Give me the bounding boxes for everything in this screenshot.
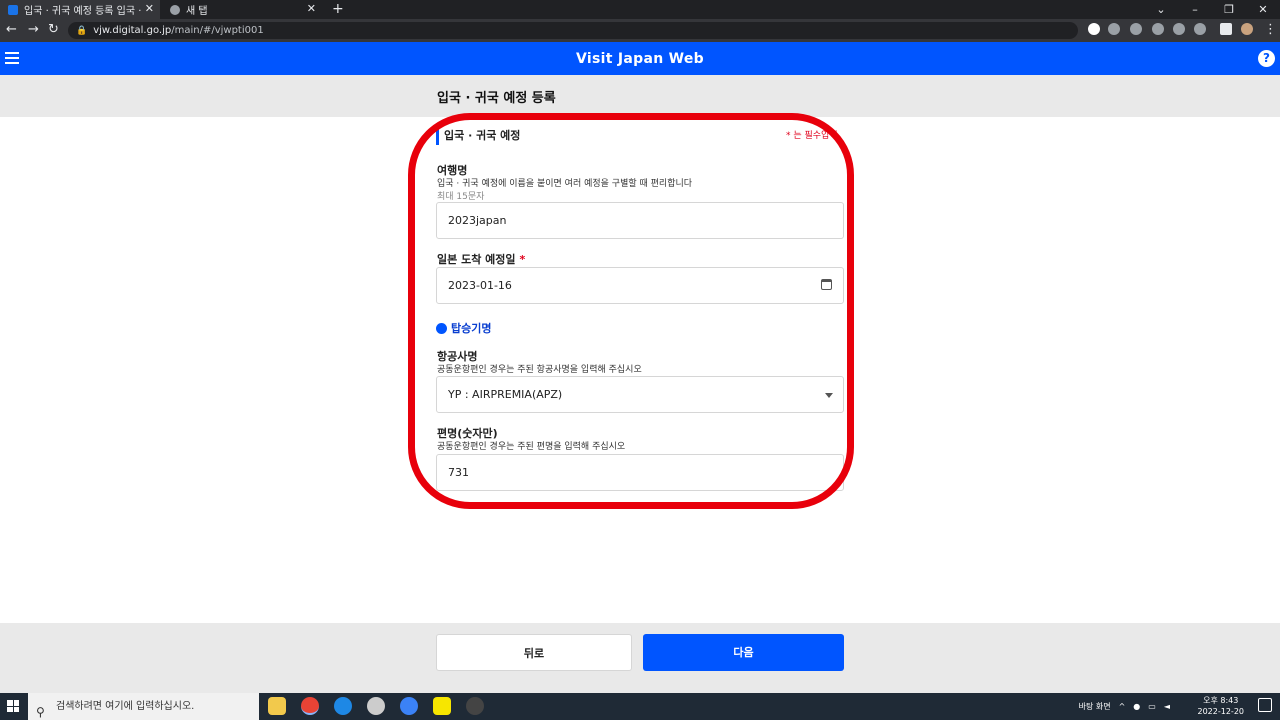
tab-close-icon[interactable]: ✕ [307, 2, 316, 15]
back-arrow-icon[interactable]: ← [6, 22, 17, 38]
browser-toolbar: ← → ↻ 🔒 vjw.digital.go.jp/main/#/vjwpti00… [0, 19, 1280, 42]
translate-icon[interactable] [1152, 23, 1164, 35]
system-tray: 바탕 화면 ^ ● ▭ ◄ [1079, 693, 1170, 720]
clock-date: 2022-12-20 [1197, 707, 1245, 716]
side-panel-icon[interactable] [1220, 23, 1232, 35]
flight-radio-label: 탑승기명 [451, 322, 492, 335]
arrival-date-label: 일본 도착 예정일 * [437, 251, 525, 267]
menu-dots-icon[interactable]: ⋮ [1264, 22, 1277, 38]
minimize-icon[interactable]: – [1178, 0, 1212, 19]
app-title: Visit Japan Web [575, 50, 704, 67]
install-icon[interactable] [1130, 23, 1142, 35]
hamburger-menu-icon[interactable] [5, 52, 19, 64]
edge-icon[interactable] [334, 697, 352, 715]
flight-number-input[interactable]: 731 [436, 454, 844, 491]
app-icon[interactable] [466, 697, 484, 715]
search-icon: ⚲ [36, 705, 45, 719]
taskbar-clock[interactable]: 오후 8:43 2022-12-20 [1198, 695, 1245, 717]
meet-icon[interactable] [400, 697, 418, 715]
chrome-favicon-icon [170, 4, 180, 15]
url-host: vjw.digital.go.jp [93, 25, 172, 36]
bookmark-star-icon[interactable] [1194, 23, 1206, 35]
airline-hint: 공동운항편인 경우는 주된 항공사명을 입력해 주십시오 [437, 365, 642, 375]
tab-title: 입국 · 귀국 예정 등록 입국 · 귀국 [24, 6, 144, 17]
notifications-icon[interactable] [1258, 698, 1272, 712]
taskbar-search-placeholder: 검색하려면 여기에 입력하십시오. [56, 701, 195, 712]
page-title: 입국 · 귀국 예정 등록 [437, 91, 556, 106]
arrival-date-value: 2023-01-16 [448, 279, 512, 292]
flight-radio[interactable]: 탑승기명 [436, 320, 491, 336]
browser-tab-active[interactable]: 입국 · 귀국 예정 등록 입국 · 귀국 ✕ [0, 0, 160, 19]
radio-selected-icon [436, 322, 447, 334]
page-header: 입국 · 귀국 예정 등록 [0, 75, 1280, 117]
address-bar[interactable]: 🔒 vjw.digital.go.jp/main/#/vjwpti001 [68, 22, 1078, 39]
window-controls: ⌄ – ❐ ✕ [1144, 0, 1280, 19]
chevron-down-icon[interactable]: ⌄ [1144, 0, 1178, 19]
trip-name-input[interactable]: 2023japan [436, 202, 844, 239]
chevron-up-icon[interactable]: ^ [1119, 702, 1126, 711]
trip-name-value: 2023japan [448, 214, 507, 227]
taskbar-search-box[interactable]: ⚲ 검색하려면 여기에 입력하십시오. [28, 693, 259, 720]
help-icon[interactable]: ? [1258, 50, 1275, 67]
mic-icon[interactable]: ● [1133, 702, 1140, 711]
windows-start-icon[interactable] [7, 700, 19, 712]
google-icon[interactable] [1088, 23, 1100, 35]
site-favicon-icon [8, 4, 18, 15]
arrival-date-input[interactable]: 2023-01-16 [436, 267, 844, 304]
new-tab-button[interactable]: + [332, 0, 344, 19]
lock-icon: 🔒 [76, 26, 88, 36]
required-note: * 는 필수입력 [786, 131, 838, 141]
chrome-icon[interactable] [301, 697, 319, 715]
app-icon[interactable] [367, 697, 385, 715]
restore-icon[interactable]: ❐ [1212, 0, 1246, 19]
arrival-date-label-text: 일본 도착 예정일 [437, 253, 516, 266]
window-close-icon[interactable]: ✕ [1246, 0, 1280, 19]
app-header: Visit Japan Web ? [0, 42, 1280, 75]
footer-bar [0, 623, 1280, 693]
flight-number-hint: 공동운항편인 경우는 주된 편명을 입력해 주십시오 [437, 442, 626, 452]
network-icon[interactable]: ▭ [1148, 702, 1156, 711]
tab-title: 새 탭 [186, 6, 208, 17]
airline-value: YP : AIRPREMIA(APZ) [448, 388, 563, 401]
flight-number-value: 731 [448, 466, 469, 479]
windows-taskbar: ⚲ 검색하려면 여기에 입력하십시오. 바탕 화면 ^ ● ▭ ◄ 오후 8:4… [0, 693, 1280, 720]
share-icon[interactable] [1173, 23, 1185, 35]
file-explorer-icon[interactable] [268, 697, 286, 715]
url-path: /main/#/vjwpti001 [171, 25, 264, 36]
reload-icon[interactable]: ↻ [48, 22, 59, 38]
desktop-label[interactable]: 바탕 화면 [1079, 701, 1111, 712]
forward-arrow-icon[interactable]: → [28, 22, 39, 38]
section-title: 입국 · 귀국 예정 [436, 127, 520, 145]
trip-name-hint: 입국 · 귀국 예정에 이름을 붙이면 여러 예정을 구별할 때 편리합니다 [437, 179, 693, 189]
key-icon[interactable] [1108, 23, 1120, 35]
dropdown-caret-icon [825, 393, 833, 398]
next-button[interactable]: 다음 [643, 634, 844, 671]
trip-name-max-hint: 최대 15문자 [437, 192, 485, 202]
volume-icon[interactable]: ◄ [1164, 702, 1170, 711]
browser-tab-strip: 입국 · 귀국 예정 등록 입국 · 귀국 ✕ 새 탭 ✕ + ⌄ – ❐ ✕ [0, 0, 1280, 19]
kakaotalk-icon[interactable] [433, 697, 451, 715]
airline-select[interactable]: YP : AIRPREMIA(APZ) [436, 376, 844, 413]
calendar-icon[interactable] [821, 279, 832, 290]
back-button[interactable]: 뒤로 [436, 634, 632, 671]
browser-tab-new[interactable]: 새 탭 ✕ [162, 0, 322, 19]
tab-close-icon[interactable]: ✕ [145, 2, 154, 15]
required-mark: * [519, 253, 526, 266]
profile-avatar[interactable] [1241, 23, 1253, 35]
clock-time: 오후 8:43 [1203, 696, 1239, 705]
